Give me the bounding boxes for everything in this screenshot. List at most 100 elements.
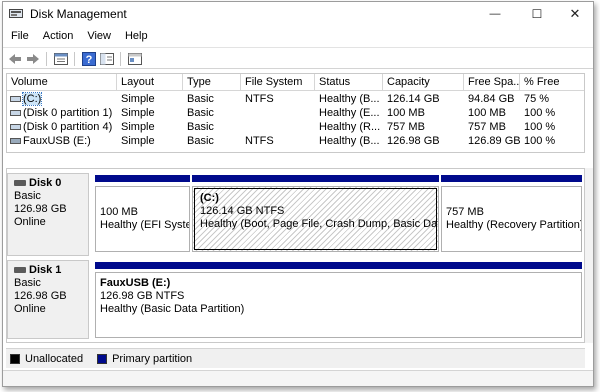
window-title: Disk Management [30,7,127,21]
svg-text:?: ? [86,54,93,66]
cell-percent-free: 75 % [524,93,550,105]
cell-file-system: NTFS [245,93,274,105]
drive-icon [10,124,21,130]
back-arrow-icon[interactable] [7,51,23,67]
cell-status: Healthy (R... [319,121,381,133]
disk-map: Disk 0 Basic 126.98 GB Online 100 MB Hea… [6,168,585,343]
maximize-icon: ☐ [531,7,543,21]
vertical-scrollbar[interactable] [585,168,593,343]
status-bar [3,370,593,386]
toolbar: ? [3,47,593,69]
disk-size: 126.98 GB [14,203,67,215]
cell-percent-free: 100 % [524,135,556,147]
column-header-file-system[interactable]: File System [241,74,315,90]
table-row[interactable]: (C:) Simple Basic NTFS Healthy (B... 126… [7,92,584,106]
menu-bar: File Action View Help [3,27,593,45]
cell-file-system [241,106,315,120]
disk-0-label[interactable]: Disk 0 Basic 126.98 GB Online [7,173,89,256]
partition-usb[interactable]: FauxUSB (E:) 126.98 GB NTFS Healthy (Bas… [95,272,582,338]
cell-free-space: 94.84 GB [468,93,515,105]
cell-capacity: 126.14 GB [387,93,440,105]
properties-icon[interactable] [53,51,69,67]
table-row[interactable]: FauxUSB (E:) Simple Basic NTFS Healthy (… [7,134,584,148]
cell-file-system [241,120,315,134]
column-header-type[interactable]: Type [183,74,241,90]
drive-icon [10,96,21,102]
cell-capacity: 126.98 GB [387,135,440,147]
partition-bar [192,175,439,182]
legend-label-unallocated: Unallocated [25,352,84,365]
partition-efi[interactable]: 100 MB Healthy (EFI Syster [95,186,190,252]
minimize-icon: — [489,8,501,20]
partition-status: Healthy (Basic Data Partition) [100,303,245,315]
cell-status: Healthy (B... [319,135,380,147]
forward-arrow-icon[interactable] [25,51,41,67]
menu-view[interactable]: View [80,27,118,45]
partition-c[interactable]: (C:) 126.14 GB NTFS Healthy (Boot, Page … [192,186,439,252]
disk-state: Online [14,303,46,315]
minimize-button[interactable]: — [475,2,515,26]
column-header-volume[interactable]: Volume [7,74,117,90]
partition-size: 126.14 GB NTFS [200,205,285,217]
disk-type: Basic [14,190,41,202]
partition-bar [95,262,582,269]
table-row[interactable]: (Disk 0 partition 1) Simple Basic Health… [7,106,584,120]
volume-name: (C:) [21,92,43,106]
help-icon[interactable]: ? [81,51,97,67]
column-header-percent-free[interactable]: % Free [520,74,584,90]
legend-swatch-primary [97,353,108,364]
partition-title: FauxUSB (E:) [100,277,171,289]
cell-type: Basic [187,135,214,147]
cell-percent-free: 100 % [524,121,556,133]
disk-type: Basic [14,277,41,289]
column-header-capacity[interactable]: Capacity [383,74,464,90]
close-button[interactable]: ✕ [555,2,593,26]
disk-management-window: Disk Management — ☐ ✕ File Action View H… [2,1,594,387]
legend: Unallocated Primary partition [6,348,585,368]
cell-percent-free: 100 % [524,107,556,119]
column-header-layout[interactable]: Layout [117,74,183,90]
volume-name: (Disk 0 partition 1) [23,107,113,119]
partition-title: (C:) [200,192,219,204]
volume-list[interactable]: Volume Layout Type File System Status Ca… [6,73,585,153]
partition-status: Healthy (Boot, Page File, Crash Dump, Ba… [200,218,439,230]
cell-file-system: NTFS [245,135,274,147]
show-hide-icon[interactable] [99,51,115,67]
menu-action[interactable]: Action [36,27,81,45]
cell-type: Basic [187,121,214,133]
partition-size: 100 MB [100,206,138,218]
title-bar: Disk Management — ☐ ✕ [3,2,593,26]
cell-layout: Simple [121,135,155,147]
volume-list-header: Volume Layout Type File System Status Ca… [7,74,584,91]
maximize-button[interactable]: ☐ [517,2,557,26]
menu-help[interactable]: Help [118,27,155,45]
cell-free-space: 126.89 GB [468,135,520,147]
cell-status: Healthy (E... [319,107,380,119]
column-header-free-space[interactable]: Free Spa... [464,74,520,90]
toolbar-separator [74,52,75,66]
cell-layout: Simple [121,93,155,105]
disk-1-label[interactable]: Disk 1 Basic 126.98 GB Online [7,260,89,339]
disk-name: Disk 0 [29,177,62,189]
toolbar-separator [120,52,121,66]
legend-label-primary: Primary partition [112,352,193,365]
partition-size: 757 MB [446,206,484,218]
table-row[interactable]: (Disk 0 partition 4) Simple Basic Health… [7,120,584,134]
legend-swatch-unallocated [10,353,20,364]
disk-state: Online [14,216,46,228]
partition-bar [441,175,582,182]
cell-type: Basic [187,93,214,105]
disk-management-app-icon [9,9,23,18]
console-icon[interactable] [127,51,143,67]
partition-recovery[interactable]: 757 MB Healthy (Recovery Partition) [441,186,582,252]
drive-icon [10,110,21,116]
close-icon: ✕ [569,6,581,21]
cell-type: Basic [187,107,214,119]
menu-file[interactable]: File [3,27,36,45]
volume-name: (Disk 0 partition 4) [23,121,113,133]
cell-layout: Simple [121,107,155,119]
column-header-status[interactable]: Status [315,74,383,90]
usb-drive-icon [10,138,21,144]
partition-status: Healthy (EFI Syster [100,219,190,231]
cell-capacity: 100 MB [387,107,425,119]
